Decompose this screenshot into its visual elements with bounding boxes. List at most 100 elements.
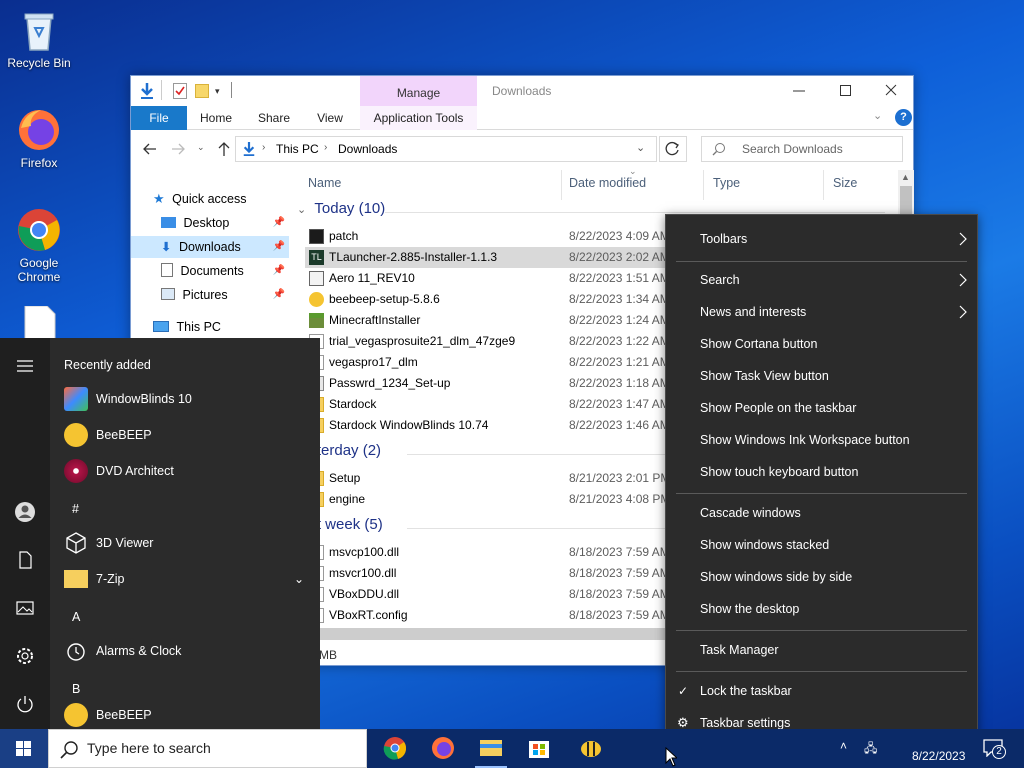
dvd-architect-icon [64, 459, 88, 483]
taskbar-firefox[interactable] [419, 729, 467, 768]
star-icon: ★ [153, 191, 165, 206]
store-icon [529, 741, 549, 758]
menu-item-show-people[interactable]: Show People on the taskbar [666, 393, 977, 423]
documents-icon [161, 263, 173, 277]
tab-home[interactable]: Home [193, 106, 239, 130]
properties-icon[interactable] [173, 83, 187, 99]
menu-item-show-ink-workspace[interactable]: Show Windows Ink Workspace button [666, 425, 977, 455]
group-header-today[interactable]: ⌄ Today (10) [297, 200, 385, 217]
computer-icon [153, 321, 169, 332]
start-menu: Recently added WindowBlinds 10 BeeBEEP D… [0, 338, 320, 730]
menu-item-lock-taskbar[interactable]: ✓ Lock the taskbar [666, 676, 977, 706]
taskbar-chrome[interactable] [371, 729, 419, 768]
taskbar-store[interactable] [515, 729, 563, 768]
taskbar: Type here to search ˄ 🖧 8/22/2023 2 [0, 729, 1024, 768]
menu-item-windows-stacked[interactable]: Show windows stacked [666, 530, 977, 560]
menu-item-show-cortana[interactable]: Show Cortana button [666, 329, 977, 359]
pictures-icon[interactable] [13, 596, 37, 620]
address-field[interactable]: › This PC › Downloads ⌄ [235, 136, 657, 162]
up-button[interactable] [215, 140, 233, 158]
column-header-date[interactable]: Date modified [569, 176, 646, 190]
pin-icon[interactable]: 📌 [273, 212, 285, 234]
column-header-size[interactable]: Size [833, 176, 857, 190]
column-header-type[interactable]: Type [713, 176, 740, 190]
tab-share[interactable]: Share [249, 106, 299, 130]
breadcrumb-downloads[interactable]: Downloads [338, 142, 397, 156]
network-icon[interactable]: 🖧 [864, 739, 877, 760]
tab-application-tools[interactable]: Application Tools [360, 106, 477, 130]
breadcrumb-this-pc[interactable]: This PC [276, 142, 319, 156]
new-folder-icon[interactable] [195, 84, 209, 98]
scroll-up-icon[interactable]: ▲ [901, 172, 910, 182]
minimize-button[interactable] [787, 82, 811, 100]
forward-button[interactable] [169, 140, 187, 158]
desktop-icon-recycle-bin[interactable]: Recycle Bin [1, 6, 77, 70]
nav-pictures[interactable]: Pictures 📌 [161, 284, 289, 306]
address-bar-row: ⌄ › This PC › Downloads ⌄ Search Downloa… [131, 130, 913, 170]
section-letter-a[interactable]: A [72, 610, 80, 624]
chevron-right-icon [959, 232, 967, 246]
tab-view[interactable]: View [307, 106, 353, 130]
menu-item-task-manager[interactable]: Task Manager [666, 635, 977, 665]
menu-item-show-task-view[interactable]: Show Task View button [666, 361, 977, 391]
nav-downloads[interactable]: ⬇ Downloads 📌 [131, 236, 289, 258]
address-dropdown-icon[interactable]: ⌄ [636, 141, 645, 154]
close-button[interactable] [879, 82, 903, 100]
window-title: Downloads [492, 84, 552, 98]
pin-icon[interactable]: 📌 [273, 236, 285, 258]
chevron-down-icon: ⌄ [297, 204, 307, 216]
pictures-icon [161, 288, 175, 300]
power-icon[interactable] [13, 692, 37, 716]
start-button[interactable] [0, 729, 48, 768]
pin-icon[interactable]: 📌 [273, 284, 285, 306]
section-letter-b[interactable]: B [72, 682, 80, 696]
section-letter-hash[interactable]: # [72, 502, 79, 516]
menu-item-show-touch-keyboard[interactable]: Show touch keyboard button [666, 457, 977, 487]
desktop-icon-firefox[interactable]: Firefox [1, 106, 77, 170]
chrome-icon [15, 206, 63, 254]
pin-icon[interactable]: 📌 [273, 260, 285, 282]
back-button[interactable] [141, 140, 159, 158]
help-icon[interactable]: ? [895, 109, 912, 126]
tray-overflow-icon[interactable]: ˄ [840, 739, 847, 753]
recycle-bin-icon [15, 6, 63, 54]
menu-item-windows-side-by-side[interactable]: Show windows side by side [666, 562, 977, 592]
folder-icon [64, 570, 88, 588]
notification-center-button[interactable]: 2 [982, 737, 1006, 759]
user-account-icon[interactable] [13, 500, 37, 524]
search-field[interactable]: Search Downloads [701, 136, 903, 162]
beebeep-icon [64, 703, 88, 727]
settings-gear-icon[interactable] [13, 644, 37, 668]
column-header-name[interactable]: Name [308, 176, 341, 190]
start-item-7zip[interactable]: 7-Zip ⌄ [64, 564, 304, 594]
ribbon-expand-icon[interactable]: ⌄ [873, 109, 887, 123]
menu-item-news-interests[interactable]: News and interests [666, 297, 977, 327]
desktop-icon-chrome[interactable]: Google Chrome [1, 206, 77, 284]
menu-item-toolbars[interactable]: Toolbars [666, 224, 977, 254]
menu-item-cascade-windows[interactable]: Cascade windows [666, 498, 977, 528]
chevron-down-icon[interactable]: ⌄ [294, 564, 304, 594]
nav-desktop[interactable]: Desktop 📌 [161, 212, 289, 234]
qat-dropdown-icon[interactable]: ▾ [215, 86, 220, 97]
recent-locations-icon[interactable]: ⌄ [197, 142, 205, 153]
nav-quick-access[interactable]: ★ Quick access [153, 188, 246, 210]
maximize-button[interactable] [833, 82, 857, 100]
notification-badge: 2 [992, 745, 1006, 759]
chevron-right-icon: › [262, 142, 266, 153]
menu-item-search[interactable]: Search [666, 265, 977, 295]
refresh-button[interactable] [659, 136, 687, 162]
nav-this-pc[interactable]: This PC [153, 316, 221, 338]
status-bar-size: MB [319, 648, 337, 662]
taskbar-file-explorer[interactable] [467, 729, 515, 768]
menu-item-show-desktop[interactable]: Show the desktop [666, 594, 977, 624]
hamburger-menu-icon[interactable] [13, 354, 37, 378]
documents-icon[interactable] [13, 548, 37, 572]
firefox-icon [432, 737, 454, 759]
manage-tab-header[interactable]: Manage [360, 76, 477, 106]
tab-file[interactable]: File [131, 106, 187, 130]
clock-date[interactable]: 8/22/2023 [912, 749, 965, 763]
taskbar-beebeep[interactable] [567, 729, 615, 768]
taskbar-search-box[interactable]: Type here to search [48, 729, 367, 768]
nav-documents[interactable]: Documents 📌 [161, 260, 289, 282]
search-icon [712, 142, 726, 156]
